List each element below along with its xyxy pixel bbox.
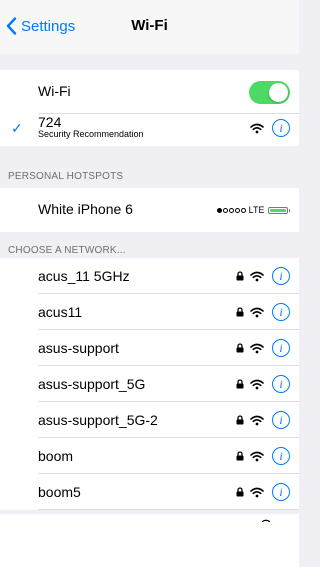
network-row[interactable]: asus-support i (0, 330, 299, 366)
lock-icon (236, 451, 244, 461)
info-button[interactable]: i (272, 411, 290, 429)
network-row[interactable]: boom i (0, 438, 299, 474)
wifi-settings-screen: Settings Wi-Fi Wi-Fi ✓ 724 Security Reco… (0, 0, 299, 567)
info-button[interactable]: i (272, 447, 290, 465)
info-button[interactable]: i (272, 267, 290, 285)
info-button[interactable]: i (272, 119, 290, 137)
section-header-networks: CHOOSE A NETWORK... (8, 245, 126, 256)
network-type-label: LTE (248, 205, 265, 215)
network-row[interactable]: asus-support_5G i (0, 366, 299, 402)
wifi-signal-icon (250, 271, 264, 282)
page-title: Wi-Fi (131, 17, 168, 34)
partial-wifi-icon (262, 519, 270, 522)
navigation-bar: Settings Wi-Fi (0, 0, 299, 54)
network-name: acus_11 5GHz (38, 268, 130, 284)
wifi-toggle-switch[interactable] (249, 81, 290, 104)
info-button[interactable]: i (272, 303, 290, 321)
info-button[interactable]: i (272, 339, 290, 357)
hotspot-row[interactable]: White iPhone 6 LTE (0, 188, 299, 232)
lock-icon (236, 415, 244, 425)
network-name: asus-support_5G (38, 376, 146, 392)
divider (38, 509, 299, 510)
network-name: boom5 (38, 484, 81, 500)
wifi-toggle-row: Wi-Fi (0, 70, 299, 114)
network-name: boom (38, 448, 74, 464)
network-row[interactable]: acus11 i (0, 294, 299, 330)
network-row[interactable]: boom5 i (0, 474, 299, 510)
wifi-signal-icon (250, 487, 264, 498)
info-button[interactable]: i (272, 483, 290, 501)
lock-icon (236, 379, 244, 389)
wifi-signal-icon (250, 307, 264, 318)
wifi-signal-icon (250, 343, 264, 354)
wifi-signal-icon (250, 379, 264, 390)
checkmark-icon: ✓ (11, 120, 23, 136)
connected-network-row[interactable]: ✓ 724 Security Recommendation i (0, 114, 299, 146)
hotspot-name: White iPhone 6 (38, 201, 133, 217)
wifi-signal-icon (250, 123, 264, 134)
list-tail (0, 514, 299, 567)
lock-icon (236, 307, 244, 317)
wifi-toggle-label: Wi-Fi (38, 83, 71, 99)
battery-icon (267, 206, 288, 214)
info-button[interactable]: i (272, 375, 290, 393)
network-row[interactable]: acus_11 5GHz i (0, 258, 299, 294)
network-name: asus-support (38, 340, 119, 356)
wifi-signal-icon (250, 415, 264, 426)
wifi-signal-icon (250, 451, 264, 462)
connected-network-name: 724 (38, 114, 62, 130)
lock-icon (236, 343, 244, 353)
lock-icon (236, 487, 244, 497)
connected-network-subtitle: Security Recommendation (38, 129, 144, 139)
toggle-knob (269, 83, 288, 102)
network-name: asus-support_5G-2 (38, 412, 158, 428)
lock-icon (236, 271, 244, 281)
network-name: acus11 (38, 304, 83, 320)
section-header-hotspots: PERSONAL HOTSPOTS (8, 171, 124, 182)
network-row[interactable]: asus-support_5G-2 i (0, 402, 299, 438)
cellular-signal-indicator: LTE (216, 205, 290, 215)
